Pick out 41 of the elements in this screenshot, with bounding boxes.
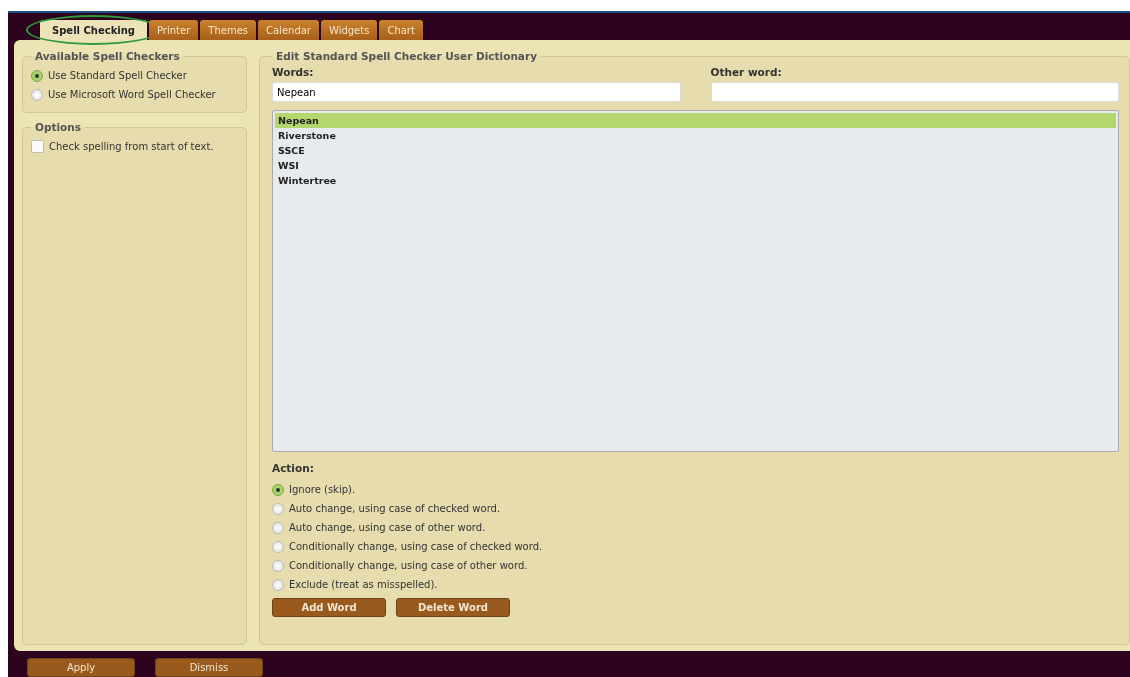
radio-label: Ignore (skip).	[289, 484, 356, 495]
radio-label: Auto change, using case of other word.	[289, 522, 486, 533]
radio-label: Conditionally change, using case of checked word.	[289, 541, 543, 552]
radio-label: Use Microsoft Word Spell Checker	[48, 89, 216, 100]
radio-label: Auto change, using case of checked word.	[289, 503, 501, 514]
list-item[interactable]: Wintertree	[275, 173, 1116, 188]
radio-button[interactable]	[272, 521, 284, 534]
tab[interactable]: Calendar	[258, 20, 319, 40]
list-item[interactable]: Riverstone	[275, 128, 1116, 143]
group-title: Available Spell Checkers	[34, 50, 181, 62]
radio-button[interactable]	[272, 559, 284, 572]
radio-label: Exclude (treat as misspelled).	[289, 579, 438, 590]
field-label: Other word:	[710, 66, 783, 78]
list-item[interactable]: Nepean	[275, 113, 1116, 128]
radio-button[interactable]	[272, 502, 284, 515]
radio-button[interactable]	[272, 540, 284, 553]
list-item[interactable]: SSCE	[275, 143, 1116, 158]
action-button[interactable]: Delete Word	[396, 598, 510, 617]
field-label: Words:	[272, 66, 315, 78]
input-field[interactable]	[710, 82, 1119, 102]
radio-button[interactable]	[272, 483, 284, 496]
radio-label: Conditionally change, using case of other word.	[289, 560, 528, 571]
radio-label: Use Standard Spell Checker	[48, 70, 187, 81]
input-field[interactable]: Nepean	[272, 82, 681, 102]
tab[interactable]: Spell Checking	[40, 20, 147, 40]
list-item[interactable]: WSI	[275, 158, 1116, 173]
footer-button[interactable]: Apply	[27, 658, 135, 677]
tab[interactable]: Printer	[149, 20, 199, 40]
action-button[interactable]: Add Word	[272, 598, 386, 617]
footer-button[interactable]: Dismiss	[155, 658, 263, 677]
checkbox-label: Check spelling from start of text.	[49, 141, 214, 152]
group-title: Options	[34, 121, 82, 133]
checkbox[interactable]	[31, 140, 44, 153]
tab[interactable]: Widgets	[320, 20, 378, 40]
tab[interactable]: Chart	[379, 20, 423, 40]
radio-button[interactable]	[272, 578, 284, 591]
tab[interactable]: Themes	[200, 20, 256, 40]
radio-button[interactable]	[31, 69, 43, 82]
group-title: Edit Standard Spell Checker User Dictionary	[275, 50, 538, 62]
section-label: Action:	[272, 462, 315, 474]
radio-button[interactable]	[31, 88, 43, 101]
